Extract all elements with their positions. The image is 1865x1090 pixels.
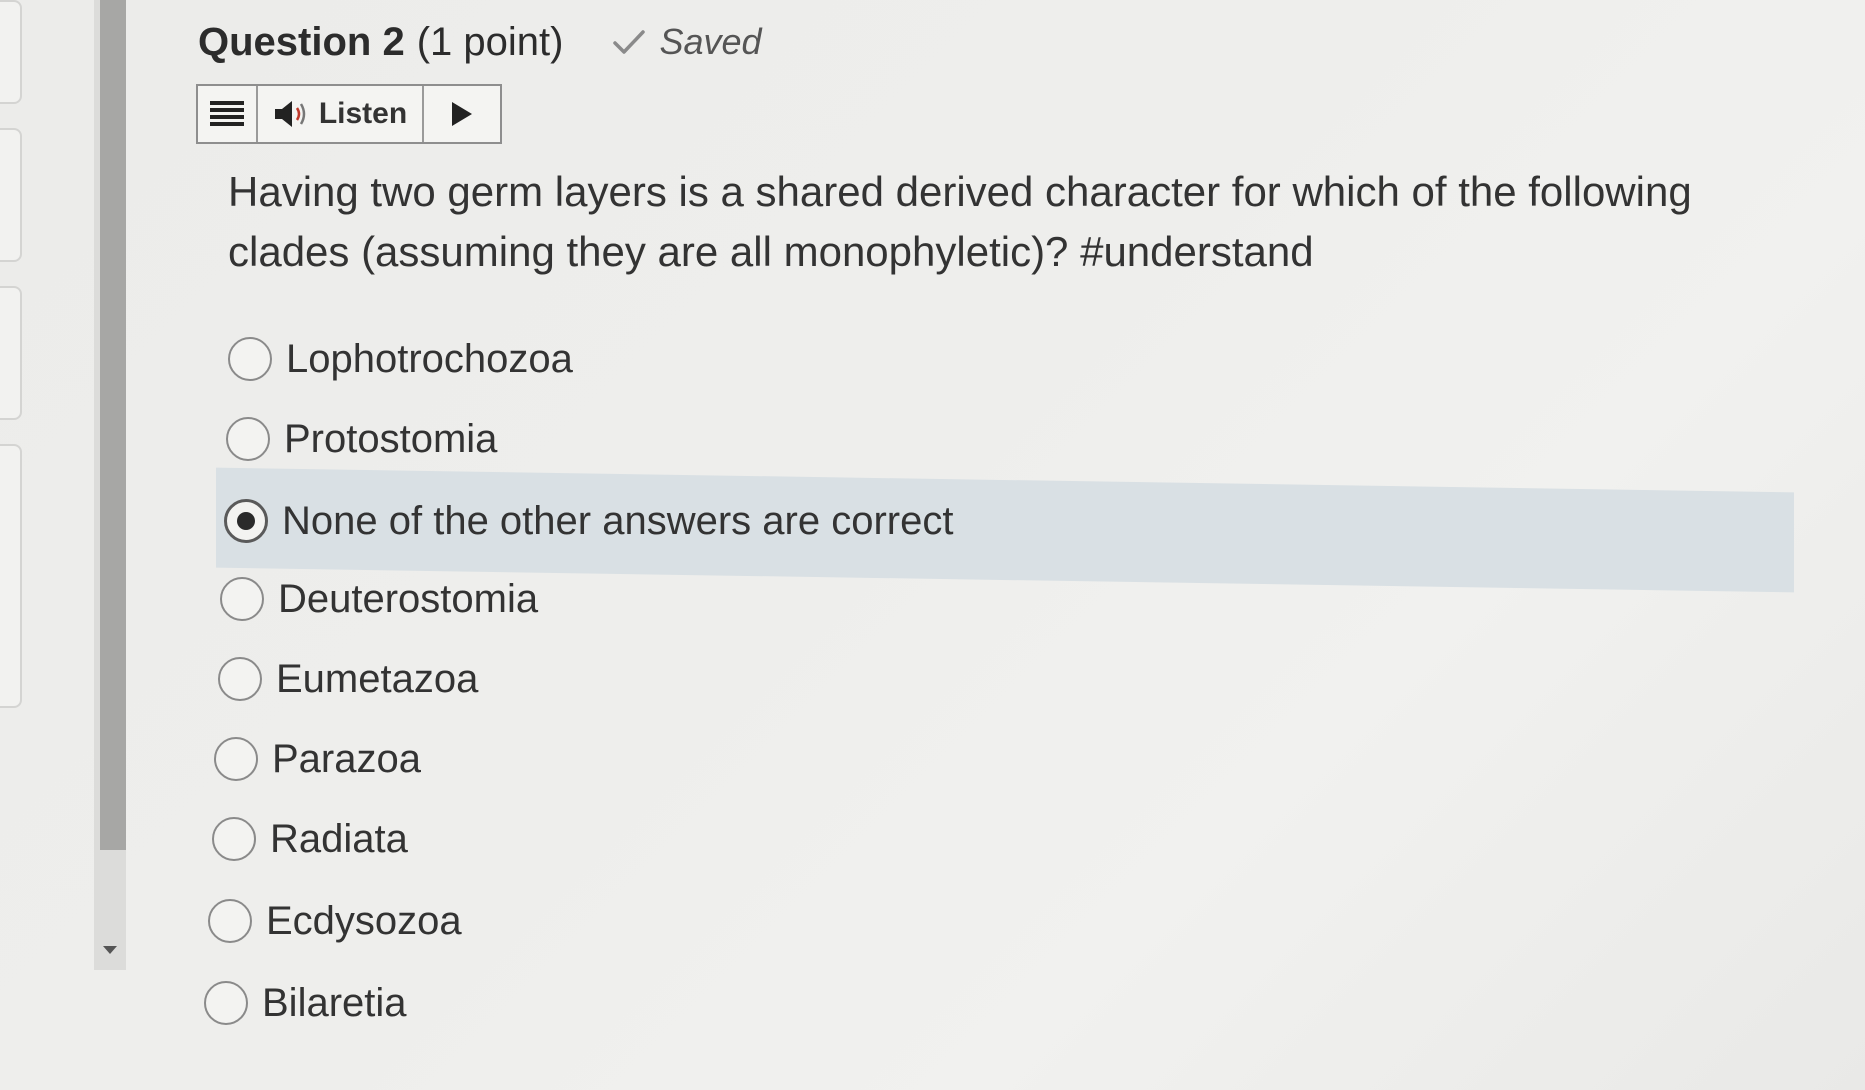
- answer-options: Lophotrochozoa Protostomia None of the o…: [0, 0, 1865, 1090]
- option-label: Lophotrochozoa: [286, 336, 573, 381]
- option-deuterostomia[interactable]: Deuterostomia: [220, 566, 538, 632]
- option-label: None of the other answers are correct: [282, 498, 954, 543]
- radio-button[interactable]: [214, 737, 258, 781]
- radio-button[interactable]: [228, 337, 272, 381]
- option-label: Bilaretia: [262, 980, 407, 1025]
- option-none-correct[interactable]: None of the other answers are correct: [224, 488, 953, 554]
- option-label: Deuterostomia: [278, 576, 539, 621]
- option-label: Radiata: [270, 816, 408, 861]
- radio-button-selected[interactable]: [224, 499, 268, 543]
- option-label: Eumetazoa: [276, 656, 479, 701]
- option-label: Ecdysozoa: [266, 898, 462, 943]
- option-eumetazoa[interactable]: Eumetazoa: [218, 646, 478, 712]
- radio-button[interactable]: [212, 817, 256, 861]
- option-ecdysozoa[interactable]: Ecdysozoa: [208, 888, 462, 954]
- option-bilaretia[interactable]: Bilaretia: [204, 970, 407, 1036]
- option-protostomia[interactable]: Protostomia: [226, 406, 497, 472]
- option-parazoa[interactable]: Parazoa: [214, 726, 421, 792]
- radio-button[interactable]: [226, 417, 270, 461]
- radio-button[interactable]: [208, 899, 252, 943]
- option-lophotrochozoa[interactable]: Lophotrochozoa: [228, 326, 573, 392]
- option-label: Parazoa: [272, 736, 421, 781]
- option-label: Protostomia: [284, 416, 498, 461]
- option-radiata[interactable]: Radiata: [212, 806, 408, 872]
- radio-button[interactable]: [204, 981, 248, 1025]
- radio-button[interactable]: [220, 577, 264, 621]
- radio-button[interactable]: [218, 657, 262, 701]
